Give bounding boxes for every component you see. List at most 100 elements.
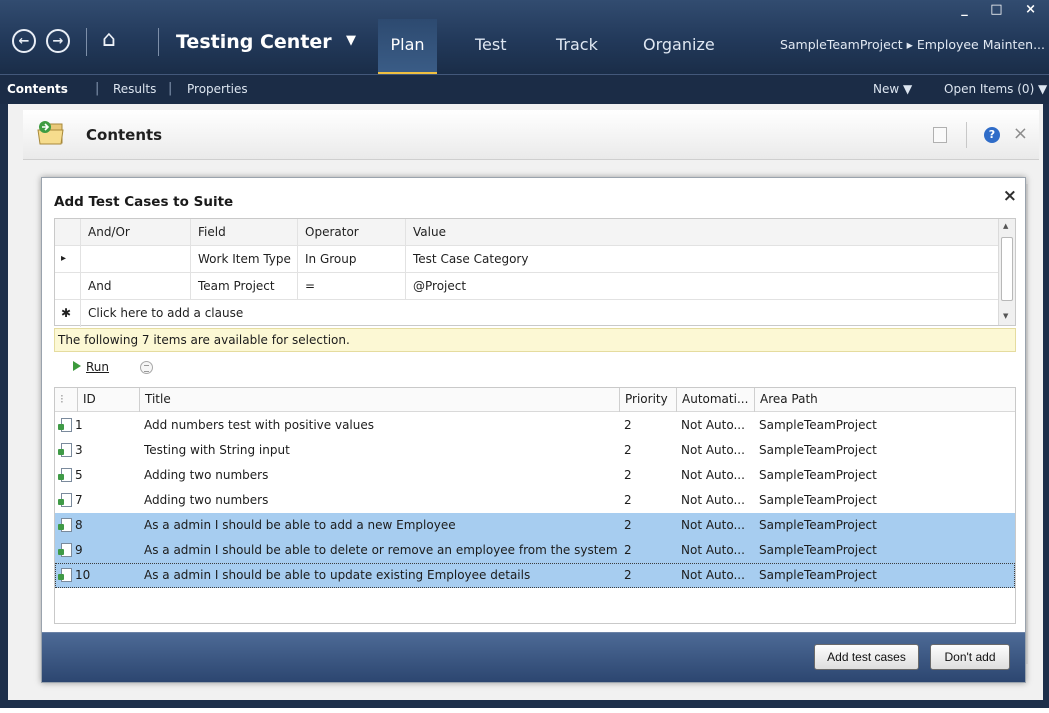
contents-title: Contents (86, 126, 163, 144)
add-test-cases-dialog: Add Test Cases to Suite × And/Or Field O… (41, 177, 1026, 683)
row-priority: 2 (624, 543, 632, 557)
scroll-thumb[interactable] (1001, 237, 1013, 301)
table-row[interactable]: 1 Add numbers test with positive values 2 N… (55, 413, 1015, 438)
document-icon[interactable] (933, 127, 947, 143)
tab-organize[interactable]: Organize (643, 35, 715, 54)
row-automation: Not Auto... (681, 568, 745, 582)
sub-navigation: Contents | Results | Properties New ▼ Op… (0, 74, 1049, 104)
clause-operator[interactable]: = (297, 273, 405, 300)
tab-contents[interactable]: Contents (7, 82, 68, 96)
tab-plan[interactable]: Plan (378, 19, 437, 75)
row-id: 7 (75, 493, 83, 507)
center-dropdown-icon[interactable]: ▼ (346, 33, 356, 48)
table-row[interactable]: 3 Testing with String input 2 Not Auto... Sa… (55, 438, 1015, 463)
clause-operator[interactable]: In Group (297, 246, 405, 273)
close-contents-icon[interactable]: × (1013, 123, 1028, 144)
row-priority: 2 (624, 468, 632, 482)
row-automation: Not Auto... (681, 443, 745, 457)
run-play-icon[interactable] (73, 361, 81, 371)
column-header-priority[interactable]: Priority (619, 388, 676, 412)
column-header-operator[interactable]: Operator (297, 219, 405, 246)
column-header-field[interactable]: Field (190, 219, 297, 246)
clause-field[interactable]: Work Item Type (190, 246, 297, 273)
query-clause-row[interactable]: And Team Project = @Project (55, 273, 1000, 300)
query-clause-row[interactable]: ▸ Work Item Type In Group Test Case Cate… (55, 246, 1000, 273)
current-row-marker: ▸ (61, 253, 67, 264)
back-button[interactable]: ← (12, 29, 36, 53)
home-separator (158, 28, 159, 56)
query-scrollbar[interactable]: ▲ ▼ (998, 219, 1015, 325)
tab-results[interactable]: Results (113, 82, 156, 96)
stop-icon[interactable] (140, 361, 153, 374)
column-header-value[interactable]: Value (405, 219, 1000, 246)
row-area-path: SampleTeamProject (759, 543, 877, 557)
help-icon[interactable]: ? (984, 127, 1000, 143)
row-automation: Not Auto... (681, 468, 745, 482)
forward-button[interactable]: → (46, 29, 70, 53)
row-area-path: SampleTeamProject (759, 468, 877, 482)
row-automation: Not Auto... (681, 418, 745, 432)
test-case-icon (58, 493, 72, 507)
row-marker (61, 273, 75, 300)
center-title[interactable]: Testing Center (176, 31, 332, 53)
row-area-path: SampleTeamProject (759, 518, 877, 532)
close-dialog-icon[interactable]: × (1003, 186, 1017, 206)
row-automation: Not Auto... (681, 543, 745, 557)
row-title: As a admin I should be able to delete or… (144, 543, 618, 557)
add-test-cases-button[interactable]: Add test cases (814, 644, 919, 670)
ribbon-separator: | (95, 81, 100, 96)
query-header-row: And/Or Field Operator Value (55, 219, 1000, 246)
row-priority: 2 (624, 493, 632, 507)
tab-properties[interactable]: Properties (187, 82, 248, 96)
column-header-automation[interactable]: Automati... (676, 388, 754, 412)
column-header-area-path[interactable]: Area Path (754, 388, 1015, 412)
row-title: Testing with String input (144, 443, 290, 457)
add-clause-link[interactable]: Click here to add a clause (80, 300, 480, 327)
test-case-icon (58, 418, 72, 432)
row-id: 3 (75, 443, 83, 457)
tab-test[interactable]: Test (475, 35, 507, 54)
table-row[interactable]: 9 As a admin I should be able to delete o… (55, 538, 1015, 563)
row-automation: Not Auto... (681, 493, 745, 507)
breadcrumb[interactable]: SampleTeamProject ▸ Employee Mainten... (780, 37, 1045, 52)
results-header-row: ⁝ ID Title Priority Automati... Area Pat… (55, 388, 1015, 412)
row-title: Adding two numbers (144, 468, 269, 482)
clause-value[interactable]: Test Case Category (405, 246, 1000, 273)
column-header-id[interactable]: ID (77, 388, 139, 412)
window-controls[interactable]: _ □ × (961, 2, 1045, 17)
new-menu[interactable]: New ▼ (873, 82, 912, 96)
tab-track[interactable]: Track (556, 35, 598, 54)
row-priority: 2 (624, 568, 632, 582)
row-title: As a admin I should be able to add a new… (144, 518, 456, 532)
row-area-path: SampleTeamProject (759, 418, 877, 432)
dont-add-button[interactable]: Don't add (930, 644, 1010, 670)
clause-and-or[interactable]: And (80, 273, 190, 300)
query-clause-grid: And/Or Field Operator Value ▸ Work Item … (54, 218, 1016, 327)
row-area-path: SampleTeamProject (759, 443, 877, 457)
table-row[interactable]: 8 As a admin I should be able to add a ne… (55, 513, 1015, 538)
table-row[interactable]: 5 Adding two numbers 2 Not Auto... SampleTea… (55, 463, 1015, 488)
row-area-path: SampleTeamProject (759, 493, 877, 507)
clause-value[interactable]: @Project (405, 273, 1000, 300)
row-priority: 2 (624, 443, 632, 457)
contents-folder-icon (37, 121, 64, 145)
info-bar: The following 7 items are available for … (54, 328, 1016, 352)
test-case-icon (58, 443, 72, 457)
column-header-and-or[interactable]: And/Or (80, 219, 190, 246)
table-row[interactable]: 10 As a admin I should be able to update … (55, 563, 1015, 588)
scroll-up-icon[interactable]: ▲ (1003, 222, 1008, 230)
run-toolbar: Run (54, 356, 1016, 382)
test-case-icon (58, 468, 72, 482)
row-id: 9 (75, 543, 83, 557)
clause-field[interactable]: Team Project (190, 273, 297, 300)
table-row[interactable]: 7 Adding two numbers 2 Not Auto... SampleTea… (55, 488, 1015, 513)
home-icon[interactable]: ⌂ (102, 27, 116, 52)
add-clause-row[interactable]: ✱ Click here to add a clause (55, 300, 1000, 327)
scroll-down-icon[interactable]: ▼ (1003, 312, 1008, 320)
row-title: Add numbers test with positive values (144, 418, 374, 432)
results-grid: ⁝ ID Title Priority Automati... Area Pat… (54, 387, 1016, 624)
run-button[interactable]: Run (86, 360, 109, 374)
open-items-menu[interactable]: Open Items (0) ▼ (944, 82, 1047, 96)
column-header-title[interactable]: Title (139, 388, 619, 412)
clause-and-or[interactable] (80, 246, 190, 273)
